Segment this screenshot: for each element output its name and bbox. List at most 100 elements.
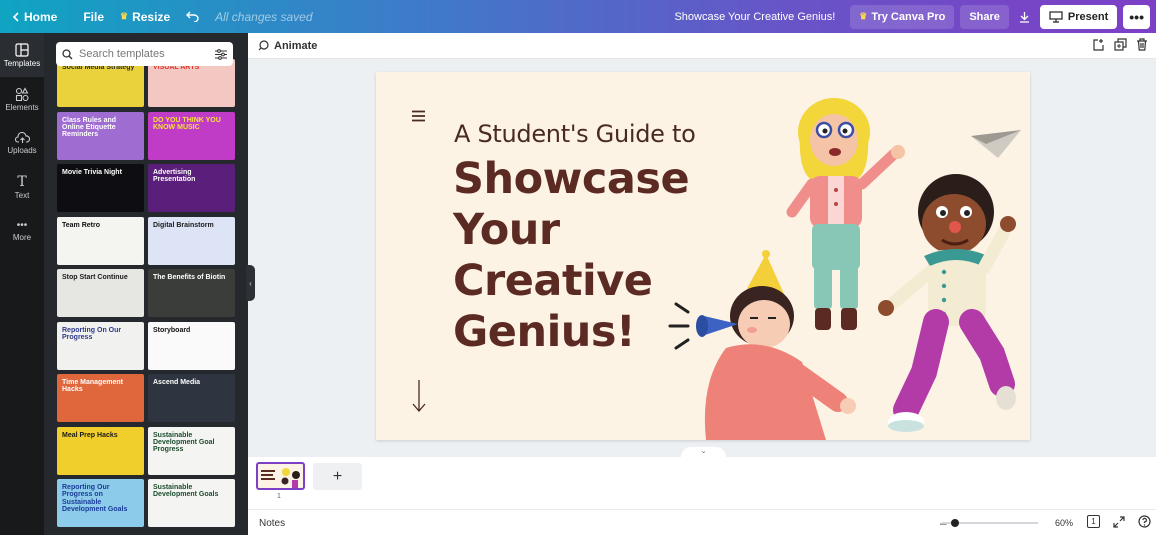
template-thumbnail[interactable]: Reporting Our Progress on Sustainable De… (57, 479, 144, 527)
template-thumbnail[interactable]: Digital Brainstorm (148, 216, 235, 265)
rail-item-more[interactable]: ••• More (0, 209, 44, 253)
template-thumbnail[interactable]: Ascend Media (148, 374, 235, 422)
chevron-left-icon (12, 11, 20, 22)
template-thumbnail-label: Reporting Our Progress on Sustainable De… (62, 484, 128, 514)
template-thumbnail-label: Advertising Presentation (153, 169, 196, 184)
duplicate-page-icon[interactable] (1114, 38, 1127, 51)
template-thumbnail[interactable]: Social Media Strategy (57, 59, 144, 107)
zoom-level[interactable]: 60% (1055, 518, 1073, 528)
add-page-icon[interactable] (1092, 38, 1105, 51)
templates-panel: Search templates Social Media Strategy Cl… (44, 33, 248, 535)
try-pro-button[interactable]: ♛ Try Canva Pro (850, 4, 955, 29)
template-thumbnail[interactable]: Time Management Hacks (57, 374, 144, 422)
template-thumbnail-label: Team Retro (62, 221, 100, 229)
download-button[interactable] (1015, 5, 1034, 29)
save-status: All changes saved (215, 9, 313, 24)
template-thumbnail[interactable]: Sustainable Development Goals (148, 479, 235, 527)
template-thumbnail[interactable]: The Benefits of Biotin (148, 269, 235, 317)
elements-icon (15, 86, 29, 101)
animate-button[interactable]: Animate (257, 40, 317, 52)
notes-button[interactable]: Notes (259, 518, 285, 529)
template-thumbnail-label: Class Rules and Online Etiquette Reminde… (62, 116, 117, 139)
template-thumbnail-label: DO YOU THINK YOU KNOW MUSIC (153, 116, 221, 131)
collapse-panel-handle[interactable]: ‹ (246, 265, 255, 301)
page-thumbnail[interactable] (256, 462, 305, 490)
try-pro-label: Try Canva Pro (871, 10, 946, 23)
share-button[interactable]: Share (960, 4, 1009, 29)
search-icon (62, 48, 73, 60)
home-button[interactable]: Home (4, 0, 65, 33)
present-button[interactable]: Present (1039, 4, 1118, 29)
footer-bar: Notes – 60% 1 (248, 509, 1156, 535)
collapse-pages-button[interactable]: ⌄ (681, 447, 726, 457)
kids-illustration (668, 98, 1021, 440)
delete-page-icon[interactable] (1136, 38, 1148, 51)
search-input[interactable]: Search templates (79, 48, 209, 60)
template-thumbnail-label: Reporting On Our Progress (62, 326, 122, 341)
add-page-button[interactable]: + (313, 463, 362, 490)
zoom-slider[interactable] (942, 519, 1038, 527)
download-icon (1019, 11, 1030, 23)
template-thumbnail[interactable]: Movie Trivia Night (57, 164, 144, 212)
template-thumbnail-label: Digital Brainstorm (153, 221, 214, 229)
search-templates-field[interactable]: Search templates (56, 42, 233, 66)
zoom-slider-handle[interactable] (951, 519, 959, 527)
plus-icon: + (332, 467, 343, 485)
resize-button[interactable]: ♛ Resize (112, 0, 178, 33)
crown-icon: ♛ (120, 11, 129, 21)
rail-item-templates[interactable]: Templates (0, 33, 44, 77)
template-thumbnail[interactable]: Stop Start Continue (57, 269, 144, 317)
file-menu[interactable]: File (75, 0, 112, 33)
rail-item-uploads[interactable]: Uploads (0, 121, 44, 165)
undo-button[interactable] (178, 0, 207, 33)
template-thumbnail-label: Meal Prep Hacks (62, 431, 118, 439)
rail-item-elements[interactable]: Elements (0, 77, 44, 121)
more-icon: ••• (16, 219, 28, 231)
arrow-down-icon (412, 380, 426, 412)
template-thumbnail[interactable]: Reporting On Our Progress (57, 321, 144, 370)
top-bar: Home File ♛ Resize All changes saved Sho… (0, 0, 1156, 33)
undo-icon (186, 11, 199, 22)
more-options-button[interactable]: ••• (1123, 4, 1150, 29)
fullscreen-icon[interactable] (1113, 515, 1125, 528)
template-thumbnail-label: The Benefits of Biotin (153, 274, 226, 281)
template-thumbnail[interactable]: VISUAL ARTS (148, 59, 235, 107)
chevron-left-icon: ‹ (249, 278, 252, 288)
template-thumbnail-label: Storyboard (153, 326, 191, 334)
template-thumbnail-label: Sustainable Development Goal Progress (153, 431, 215, 454)
page-number: 1 (277, 493, 281, 500)
help-icon[interactable] (1138, 515, 1151, 528)
page-thumbnail-preview (261, 468, 300, 488)
rail-item-text[interactable]: T Text (0, 165, 44, 209)
template-thumbnail-label: Time Management Hacks (62, 379, 123, 394)
home-label: Home (24, 9, 58, 24)
template-thumbnail-label: Stop Start Continue (62, 274, 128, 281)
template-thumbnail[interactable]: Team Retro (57, 216, 144, 265)
slide-subtitle[interactable]: A Student's Guide to (454, 120, 696, 148)
side-rail: Templates Elements Uploads T Text ••• Mo… (0, 33, 44, 535)
template-thumbnail[interactable]: Sustainable Development Goal Progress (148, 426, 235, 475)
template-thumbnail[interactable]: Storyboard (148, 321, 235, 370)
template-thumbnail[interactable]: Class Rules and Online Etiquette Reminde… (57, 111, 144, 160)
present-label: Present (1067, 10, 1109, 23)
animate-icon (257, 39, 269, 52)
animate-label: Animate (274, 39, 318, 52)
template-thumbnail[interactable]: Advertising Presentation (148, 164, 235, 212)
upload-icon (14, 131, 30, 144)
document-title[interactable]: Showcase Your Creative Genius! (665, 5, 844, 29)
resize-label: Resize (132, 9, 171, 24)
template-thumbnail[interactable]: DO YOU THINK YOU KNOW MUSIC (148, 111, 235, 160)
more-icon: ••• (1129, 8, 1144, 25)
menu-icon (412, 110, 425, 122)
slide-canvas[interactable]: A Student's Guide to Showcase Your Creat… (376, 72, 1030, 440)
template-thumbnail[interactable]: Meal Prep Hacks (57, 426, 144, 475)
rail-label: Uploads (7, 145, 37, 155)
template-thumbnail-label: Sustainable Development Goals (153, 484, 219, 499)
crown-icon: ♛ (859, 11, 868, 21)
template-icon (15, 42, 29, 57)
filter-icon[interactable] (215, 48, 227, 60)
pages-strip: 1 + (248, 457, 1156, 509)
rail-label: Text (14, 190, 30, 200)
editor-toolbar: Animate (248, 33, 1156, 59)
page-count-button[interactable]: 1 (1087, 515, 1100, 528)
